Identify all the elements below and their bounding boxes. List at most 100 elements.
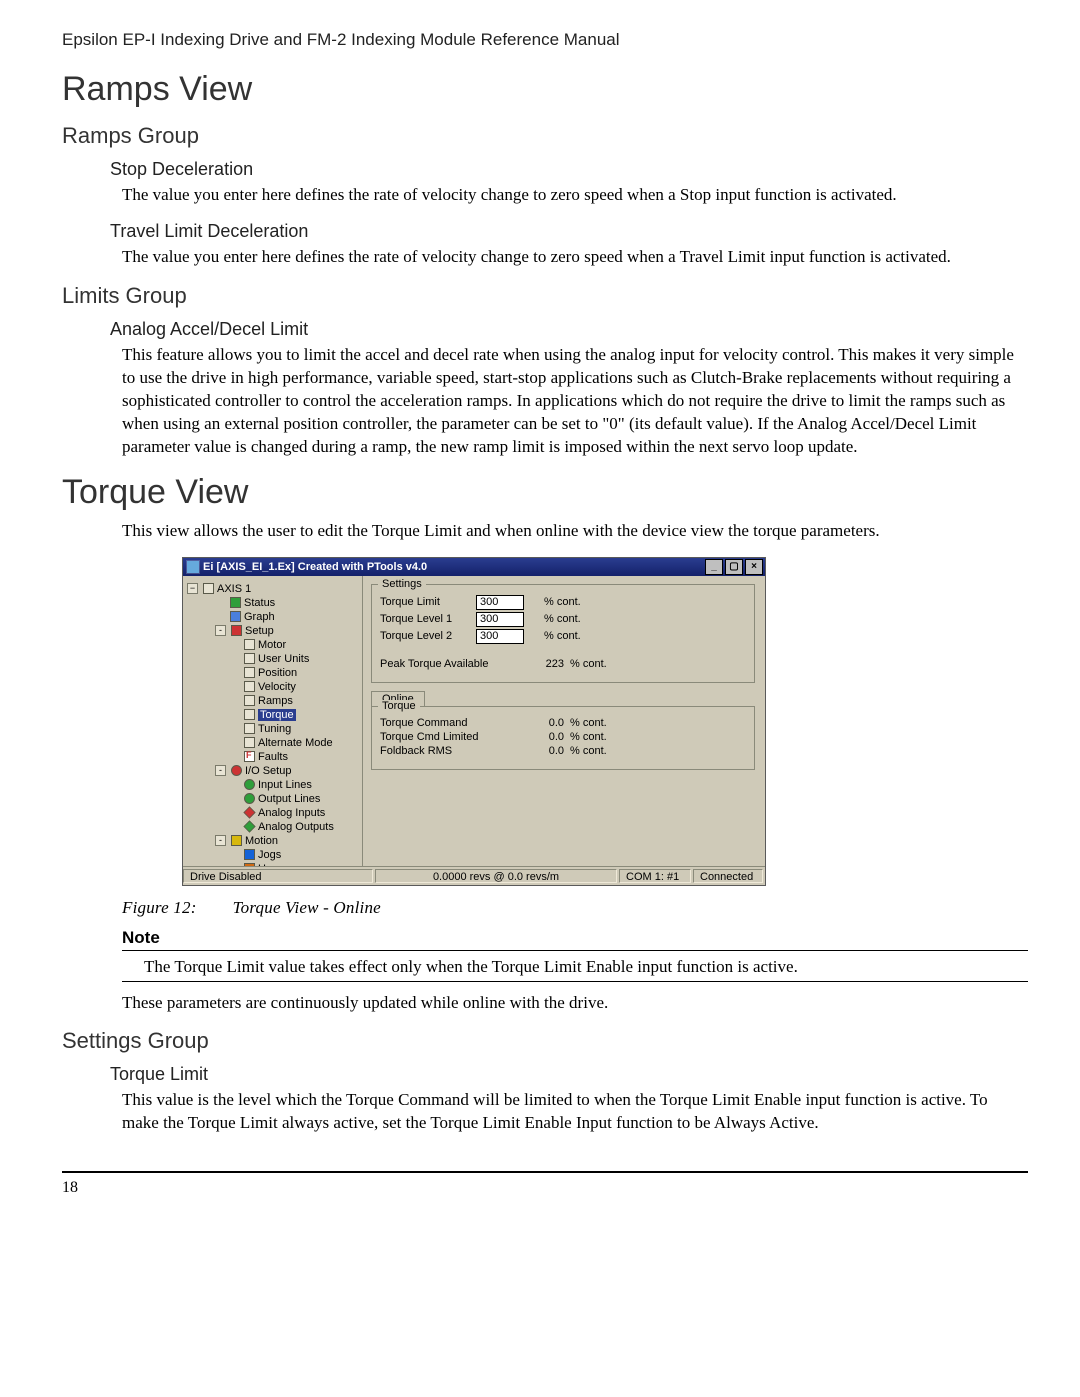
- tree-item-label: Setup: [245, 625, 274, 637]
- minimize-button[interactable]: _: [705, 559, 723, 575]
- blue-icon: [230, 611, 241, 622]
- diamondg-icon: [243, 820, 255, 832]
- tree-item-motor[interactable]: Motor: [187, 638, 358, 652]
- field-label: Torque Level 2: [380, 630, 476, 642]
- tree-item-home[interactable]: Home: [187, 862, 358, 866]
- tree-item-input-lines[interactable]: Input Lines: [187, 778, 358, 792]
- yel-icon: [231, 835, 242, 846]
- heading-ramps-group: Ramps Group: [62, 123, 1028, 149]
- tree-item-label: Faults: [258, 751, 288, 763]
- tree-item-velocity[interactable]: Velocity: [187, 680, 358, 694]
- tree-item-label: Analog Inputs: [258, 807, 325, 819]
- body-torque-intro: This view allows the user to edit the To…: [122, 520, 1028, 543]
- tree-item-label: Jogs: [258, 849, 281, 861]
- close-button[interactable]: ×: [745, 559, 763, 575]
- red-icon: [231, 625, 242, 636]
- tree-item-label: Velocity: [258, 681, 296, 693]
- tree-item-label: Alternate Mode: [258, 737, 333, 749]
- heading-settings-group: Settings Group: [62, 1028, 1028, 1054]
- tree-item-ramps[interactable]: Ramps: [187, 694, 358, 708]
- tree-item-label: Ramps: [258, 695, 293, 707]
- tree-item-label: Analog Outputs: [258, 821, 334, 833]
- heading-stop-decel: Stop Deceleration: [110, 159, 1028, 180]
- tree-expander-icon[interactable]: −: [187, 583, 198, 594]
- note-block: Note The Torque Limit value takes effect…: [122, 928, 1028, 982]
- tree-item-user-units[interactable]: User Units: [187, 652, 358, 666]
- figure-caption: Figure 12: Torque View - Online: [122, 898, 1028, 918]
- status-com: COM 1: #1: [619, 869, 691, 883]
- figure-number: Figure 12:: [122, 898, 197, 917]
- house-icon: [244, 863, 255, 866]
- tree-item-tuning[interactable]: Tuning: [187, 722, 358, 736]
- heading-torque-limit: Torque Limit: [110, 1064, 1028, 1085]
- readout-value: 0.0: [530, 717, 564, 729]
- tree-item-setup[interactable]: - Setup: [187, 624, 358, 638]
- field-input[interactable]: [476, 595, 524, 610]
- status-position: 0.0000 revs @ 0.0 revs/m: [375, 869, 617, 883]
- tree-item-torque[interactable]: Torque: [187, 708, 358, 722]
- tree-item-label: Output Lines: [258, 793, 320, 805]
- group-torque-legend: Torque: [378, 700, 420, 712]
- tree-item-label: Graph: [244, 611, 275, 623]
- readout-torque-command: Torque Command0.0% cont.: [380, 717, 746, 729]
- doc-icon: [244, 695, 255, 706]
- doc-icon: [244, 709, 255, 720]
- field-torque-limit: Torque Limit % cont.: [380, 595, 746, 610]
- window-titlebar[interactable]: Ei [AXIS_EI_1.Ex] Created with PTools v4…: [183, 558, 765, 576]
- content-pane: Settings Torque Limit% cont.Torque Level…: [363, 576, 765, 866]
- page-number: 18: [62, 1179, 1028, 1197]
- peak-torque-value: 223: [530, 658, 564, 670]
- heading-analog-limit: Analog Accel/Decel Limit: [110, 319, 1028, 340]
- field-input[interactable]: [476, 612, 524, 627]
- body-torque-limit: This value is the level which the Torque…: [122, 1089, 1028, 1135]
- tree-item-motion[interactable]: - Motion: [187, 834, 358, 848]
- doc-icon: [244, 639, 255, 650]
- readout-unit: % cont.: [570, 745, 607, 757]
- tree-item-label: Tuning: [258, 723, 291, 735]
- tree-item-analog-inputs[interactable]: Analog Inputs: [187, 806, 358, 820]
- group-settings: Settings Torque Limit% cont.Torque Level…: [371, 584, 755, 683]
- app-icon: [187, 561, 199, 573]
- diamond-icon: [243, 806, 255, 818]
- tree-item-output-lines[interactable]: Output Lines: [187, 792, 358, 806]
- tree-expander-icon[interactable]: -: [215, 765, 226, 776]
- tree-item-jogs[interactable]: Jogs: [187, 848, 358, 862]
- tree-item-status[interactable]: Status: [187, 596, 358, 610]
- field-torque-level-2: Torque Level 2% cont.: [380, 629, 746, 644]
- readout-unit: % cont.: [570, 731, 607, 743]
- heading-limits-group: Limits Group: [62, 283, 1028, 309]
- tree-root[interactable]: AXIS 1: [217, 583, 251, 595]
- tree-item-analog-outputs[interactable]: Analog Outputs: [187, 820, 358, 834]
- tree-expander-icon[interactable]: -: [215, 625, 226, 636]
- field-unit: % cont.: [544, 596, 581, 608]
- page-footer-rule: [62, 1171, 1028, 1173]
- arrow-icon: [244, 849, 255, 860]
- tree-item-position[interactable]: Position: [187, 666, 358, 680]
- doc-icon: [244, 667, 255, 678]
- field-input[interactable]: [476, 629, 524, 644]
- maximize-button[interactable]: ▢: [725, 559, 743, 575]
- readout-unit: % cont.: [570, 717, 607, 729]
- heading-travel-decel: Travel Limit Deceleration: [110, 221, 1028, 242]
- body-stop-decel: The value you enter here defines the rat…: [122, 184, 1028, 207]
- tree-item-label: Torque: [258, 709, 296, 721]
- field-label: Torque Limit: [380, 596, 476, 608]
- readout-foldback-rms: Foldback RMS0.0% cont.: [380, 745, 746, 757]
- note-rule-top: [122, 950, 1028, 951]
- readout-label: Torque Cmd Limited: [380, 731, 530, 743]
- tree-item-label: Home: [258, 863, 287, 866]
- tree-item-alternate-mode[interactable]: Alternate Mode: [187, 736, 358, 750]
- tree-item-i-o-setup[interactable]: - I/O Setup: [187, 764, 358, 778]
- body-travel-decel: The value you enter here defines the rat…: [122, 246, 1028, 269]
- note-label: Note: [122, 928, 1028, 948]
- tree-item-label: Motion: [245, 835, 278, 847]
- tree-item-graph[interactable]: Graph: [187, 610, 358, 624]
- figure-title: Torque View - Online: [233, 898, 381, 917]
- tree-item-label: I/O Setup: [245, 765, 291, 777]
- tree-expander-icon[interactable]: -: [215, 835, 226, 846]
- status-bar: Drive Disabled 0.0000 revs @ 0.0 revs/m …: [183, 866, 765, 885]
- tree-item-faults[interactable]: Faults: [187, 750, 358, 764]
- nav-tree[interactable]: − AXIS 1 StatusGraph - SetupMotorUser Unit…: [183, 576, 363, 866]
- readout-torque-cmd-limited: Torque Cmd Limited0.0% cont.: [380, 731, 746, 743]
- tree-item-label: Input Lines: [258, 779, 312, 791]
